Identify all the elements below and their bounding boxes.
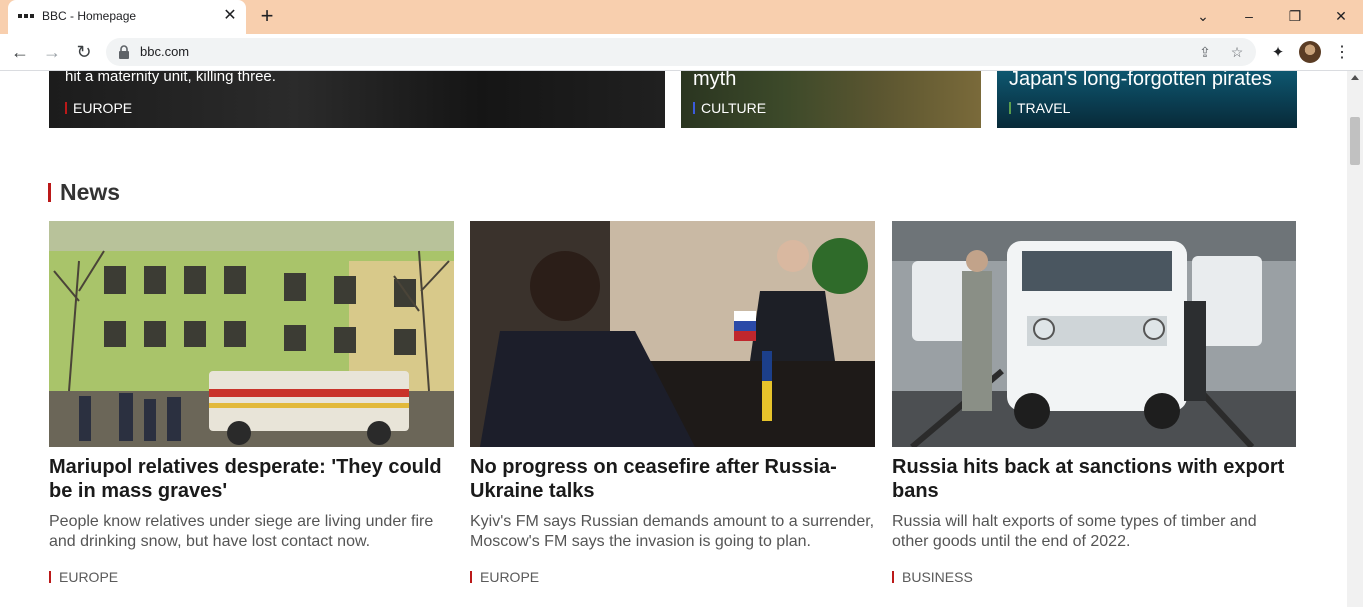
address-bar[interactable]: bbc.com ⇪ ☆ [106,38,1256,66]
share-icon[interactable]: ⇪ [1196,43,1214,61]
story-image-talks[interactable] [470,221,875,447]
close-window-button[interactable]: ✕ [1330,6,1352,26]
top-story-headline[interactable]: myth [693,71,736,91]
top-story-card-europe[interactable]: hit a maternity unit, killing three. EUR… [49,71,665,128]
top-story-tag[interactable]: CULTURE [693,100,766,116]
story-section-tag[interactable]: EUROPE [470,569,539,585]
page-scrollbar[interactable] [1347,71,1363,607]
forward-button[interactable]: → [40,41,64,65]
profile-avatar[interactable] [1299,41,1321,63]
story-image-mariupol[interactable] [49,221,454,447]
story-summary: Russia will halt exports of some types o… [892,513,1257,550]
minimize-button[interactable]: – [1238,6,1260,26]
browser-menu-icon[interactable]: ⋮ [1332,41,1352,65]
reload-button[interactable]: ↻ [72,41,96,65]
story-summary: People know relatives under siege are li… [49,513,434,550]
new-tab-button[interactable]: + [256,5,278,28]
building-photo-icon [49,221,454,447]
bookmark-star-icon[interactable]: ☆ [1228,43,1246,61]
top-story-tag[interactable]: EUROPE [65,100,132,116]
story-headline[interactable]: Russia hits back at sanctions with expor… [892,455,1297,503]
browser-tab-active[interactable]: BBC - Homepage ✕ [8,0,246,34]
page-viewport: hit a maternity unit, killing three. EUR… [0,71,1347,607]
top-story-headline[interactable]: Japan's long-forgotten pirates [1009,71,1272,91]
browser-tab-strip: BBC - Homepage ✕ + ⌄ – ❐ ✕ [0,0,1363,34]
scroll-up-arrow-icon[interactable] [1351,75,1359,80]
story-headline[interactable]: Mariupol relatives desperate: 'They coul… [49,455,454,503]
top-story-tag[interactable]: TRAVEL [1009,100,1070,116]
top-story-summary: hit a maternity unit, killing three. [65,71,276,85]
url-text[interactable]: bbc.com [140,44,189,59]
bbc-favicon-icon [18,11,34,21]
top-story-card-culture[interactable]: myth CULTURE [681,71,981,128]
section-title-news[interactable]: News [48,179,120,206]
tab-search-button[interactable]: ⌄ [1192,6,1214,26]
meeting-photo-icon [470,221,875,447]
factory-photo-icon [892,221,1296,447]
news-story-card[interactable]: Mariupol relatives desperate: 'They coul… [49,221,454,585]
story-section-tag[interactable]: BUSINESS [892,569,973,585]
lock-icon[interactable] [118,45,130,59]
back-button[interactable]: ← [8,41,32,65]
browser-toolbar: ← → ↻ bbc.com ⇪ ☆ ✦ ⋮ [0,34,1363,71]
tab-close-icon[interactable]: ✕ [222,8,238,24]
story-section-tag[interactable]: EUROPE [49,569,118,585]
story-headline[interactable]: No progress on ceasefire after Russia-Uk… [470,455,875,503]
restore-button[interactable]: ❐ [1284,6,1306,26]
extensions-puzzle-icon[interactable]: ✦ [1266,41,1290,65]
tab-title: BBC - Homepage [42,9,137,23]
story-summary: Kyiv's FM says Russian demands amount to… [470,513,875,550]
story-image-factory[interactable] [892,221,1297,447]
news-story-card[interactable]: No progress on ceasefire after Russia-Uk… [470,221,875,585]
top-story-card-travel[interactable]: Japan's long-forgotten pirates TRAVEL [997,71,1297,128]
scrollbar-thumb[interactable] [1350,117,1360,165]
news-story-card[interactable]: Russia hits back at sanctions with expor… [892,221,1297,585]
